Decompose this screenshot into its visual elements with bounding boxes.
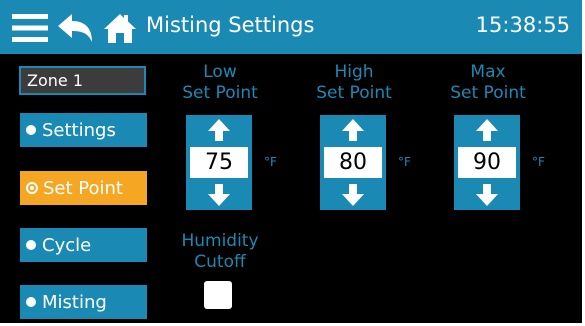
max-unit-label: °F [532,155,545,169]
high-increase-arrow-icon[interactable] [320,115,386,145]
humidity-cutoff-label: Humidity Cutoff [181,231,259,272]
low-setpoint-spinner: 75 [186,115,252,210]
nav-settings-label: Settings [42,119,116,141]
high-unit-label: °F [398,155,411,169]
low-setpoint-label: Low Set Point [182,62,258,103]
nav-setpoint-button[interactable]: Set Point [20,171,147,205]
low-decrease-arrow-icon[interactable] [186,180,252,210]
header-bar: Misting Settings 15:38:55 [0,0,582,54]
bullet-icon [26,240,36,250]
humidity-cutoff-checkbox[interactable] [204,281,232,309]
high-decrease-arrow-icon[interactable] [320,180,386,210]
max-setpoint-spinner: 90 [454,115,520,210]
nav-cycle-button[interactable]: Cycle [20,228,147,262]
high-setpoint-spinner: 80 [320,115,386,210]
clock: 15:38:55 [475,13,570,37]
high-setpoint-label: High Set Point [316,62,392,103]
radio-selected-icon [26,182,38,194]
max-decrease-arrow-icon[interactable] [454,180,520,210]
hamburger-menu-icon[interactable] [10,8,50,48]
page-title: Misting Settings [146,13,315,37]
max-setpoint-value[interactable]: 90 [458,147,516,178]
nav-settings-button[interactable]: Settings [20,113,147,147]
nav-setpoint-label: Set Point [43,177,123,199]
low-setpoint-value[interactable]: 75 [190,147,248,178]
low-unit-label: °F [264,155,277,169]
bullet-icon [26,297,36,307]
zone-selector[interactable]: Zone 1 [19,66,146,95]
nav-cycle-label: Cycle [42,234,92,256]
max-setpoint-label: Max Set Point [450,62,526,103]
max-increase-arrow-icon[interactable] [454,115,520,145]
bullet-icon [26,125,36,135]
high-setpoint-value[interactable]: 80 [324,147,382,178]
home-icon[interactable] [100,8,140,48]
back-arrow-icon[interactable] [56,8,96,48]
nav-misting-button[interactable]: Misting [20,285,147,319]
low-increase-arrow-icon[interactable] [186,115,252,145]
nav-misting-label: Misting [42,291,107,313]
screen: Misting Settings 15:38:55 Zone 1 Setting… [0,0,585,326]
